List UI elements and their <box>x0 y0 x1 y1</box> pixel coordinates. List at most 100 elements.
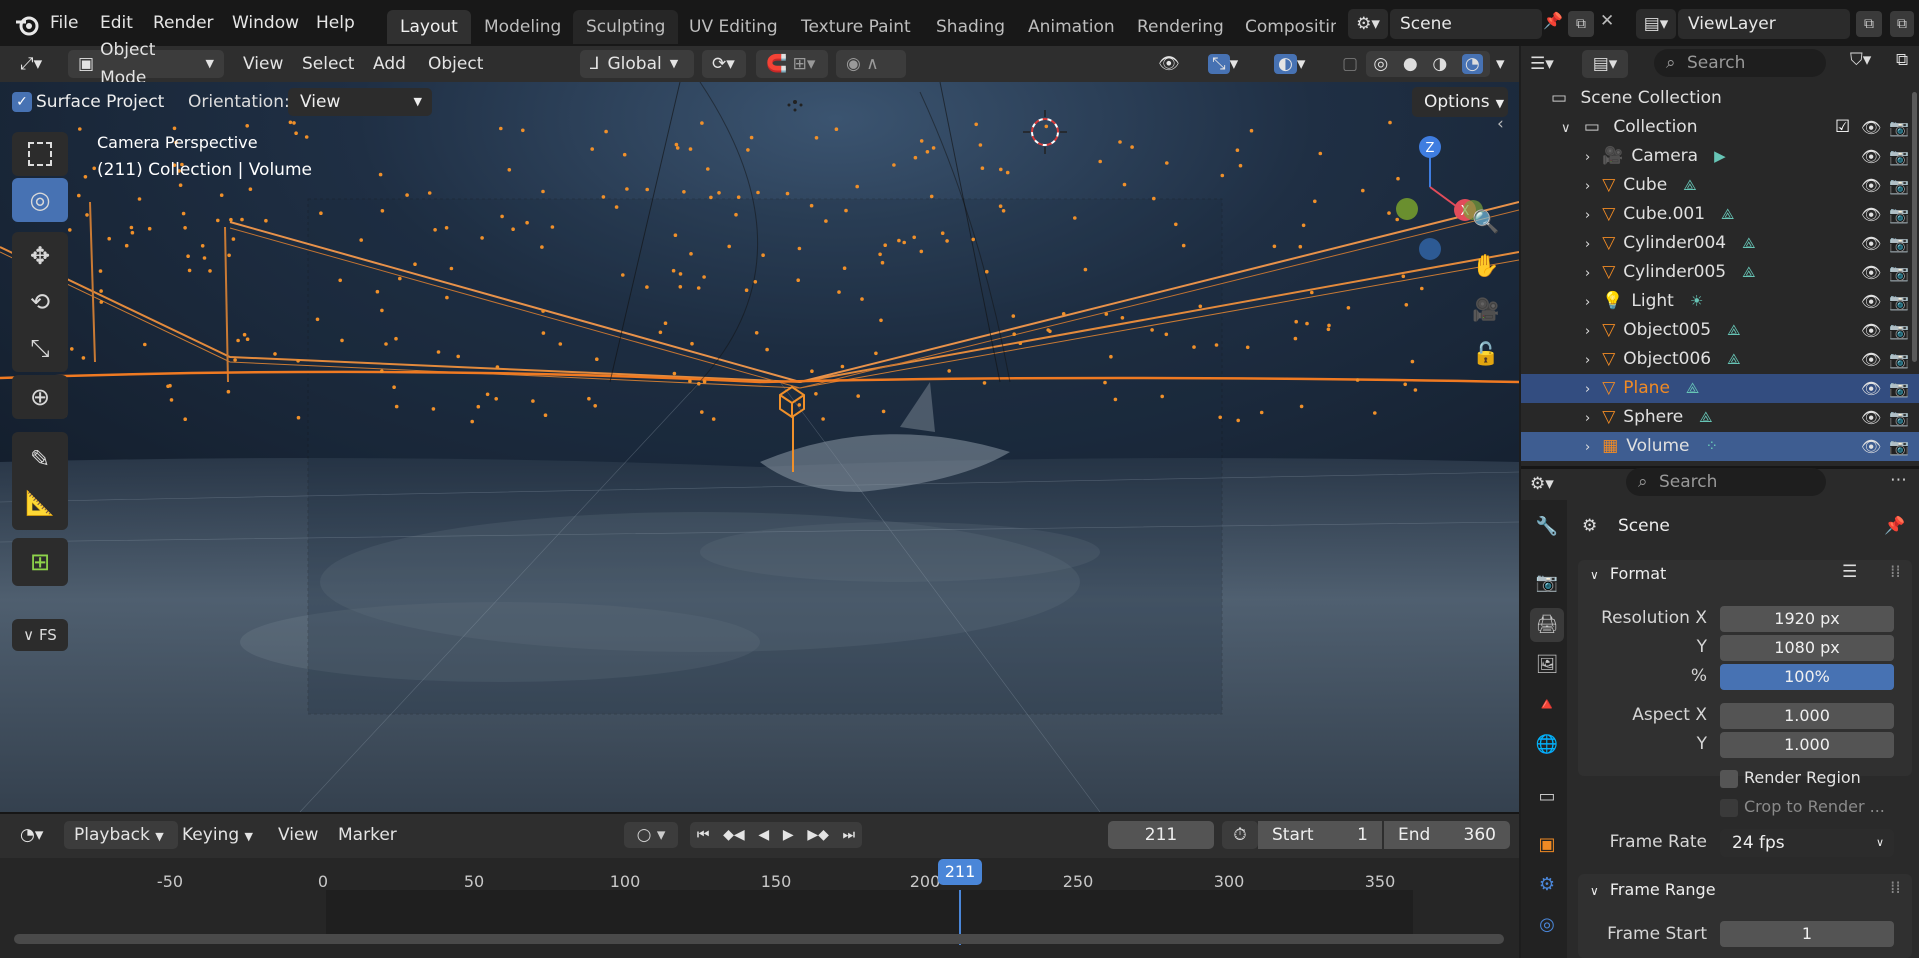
outliner-item-cube[interactable]: › ▽ Cube ⟁ 👁 📷 <box>1521 171 1919 200</box>
outliner-collection[interactable]: ∨ ▭ Collection ☑ 👁 📷 <box>1521 113 1919 142</box>
eye-icon[interactable]: 👁 <box>1861 258 1881 287</box>
view-layer-tab-icon[interactable]: 🖼 <box>1530 648 1564 682</box>
measure-icon[interactable]: 📐 <box>25 489 55 517</box>
tab-modeling[interactable]: Modeling <box>471 10 574 44</box>
chevron-right-icon[interactable]: › <box>1585 208 1590 223</box>
timeline-editor-type-icon[interactable]: ◔▾ <box>10 821 58 849</box>
timeline-scrollbar[interactable] <box>14 934 1504 944</box>
menu-select[interactable]: Select <box>292 50 364 78</box>
resolution-x-field[interactable]: 1920 px <box>1720 606 1894 632</box>
outliner-scene-collection[interactable]: ▭ Scene Collection <box>1521 84 1919 113</box>
keying-dropdown[interactable]: Keying ▼ <box>172 821 264 849</box>
filter-icon[interactable]: ⛉▾ <box>1850 50 1871 70</box>
stopwatch-icon[interactable]: ⏱ <box>1222 821 1258 849</box>
snap-icon[interactable]: 🧲 ⊞▾ <box>756 50 828 78</box>
tab-rendering[interactable]: Rendering <box>1124 10 1237 44</box>
menu-help[interactable]: Help <box>316 8 355 38</box>
tab-layout[interactable]: Layout <box>387 10 471 44</box>
rendered-shading-icon[interactable]: ◔ <box>1461 54 1483 74</box>
outliner-item-camera[interactable]: › 🎥 Camera ▶ 👁 📷 <box>1521 142 1919 171</box>
tab-sculpting[interactable]: Sculpting <box>573 10 679 44</box>
outliner-item-plane[interactable]: › ▽ Plane ⟁ 👁 📷 <box>1521 374 1919 403</box>
chevron-right-icon[interactable]: › <box>1585 266 1590 281</box>
end-frame-field[interactable]: End 360 <box>1384 821 1510 849</box>
presets-list-icon[interactable]: ☰ <box>1842 562 1857 582</box>
tab-texture-paint[interactable]: Texture Paint <box>788 10 924 44</box>
timeline-view-menu[interactable]: View <box>268 821 328 849</box>
outliner-item-object005[interactable]: › ▽ Object005 ⟁ 👁 📷 <box>1521 316 1919 345</box>
last-operator-panel[interactable]: ∨ FS <box>12 619 68 651</box>
start-frame-field[interactable]: Start 1 <box>1258 821 1382 849</box>
shading-options-icon[interactable]: ▾ <box>1490 50 1518 78</box>
outliner-item-cylinder004[interactable]: › ▽ Cylinder004 ⟁ 👁 📷 <box>1521 229 1919 258</box>
auto-keying-icon[interactable]: ○ ▾ <box>624 822 678 848</box>
outliner-item-volume[interactable]: › ▦ Volume ⁘ 👁 📷 <box>1521 432 1919 461</box>
camera-render-icon[interactable]: 📷 <box>1889 258 1909 287</box>
solid-shading-icon[interactable]: ● <box>1403 54 1418 74</box>
eye-icon[interactable]: 👁 <box>1861 171 1881 200</box>
scale-icon[interactable]: ⤡ <box>30 334 49 362</box>
camera-render-icon[interactable]: 📷 <box>1889 287 1909 316</box>
chevron-right-icon[interactable]: › <box>1585 150 1590 165</box>
play-reverse-icon[interactable]: ◀ <box>758 827 769 843</box>
cursor-tool[interactable]: ◎ <box>12 178 68 222</box>
wireframe-shading-icon[interactable]: ◎ <box>1373 54 1388 74</box>
view-layer-icon[interactable]: ▤▾ <box>1636 9 1676 39</box>
frame-range-panel-header[interactable]: ∨ Frame Range <box>1590 880 1716 899</box>
chevron-right-icon[interactable]: › <box>1585 440 1590 455</box>
playhead-handle[interactable]: 211 <box>938 859 982 885</box>
proportional-editing-icon[interactable]: ◉ ∧ <box>836 50 906 78</box>
blender-logo-icon[interactable] <box>14 12 40 38</box>
aspect-x-field[interactable]: 1.000 <box>1720 703 1894 729</box>
view-layer-field[interactable]: ViewLayer <box>1678 9 1850 39</box>
material-shading-icon[interactable]: ◑ <box>1432 54 1447 74</box>
exclude-checkbox[interactable]: ☑ <box>1835 113 1850 142</box>
current-frame-field[interactable]: 211 <box>1108 821 1214 849</box>
world-tab-icon[interactable]: 🌐 <box>1530 728 1564 762</box>
chevron-down-icon[interactable]: ∨ <box>1561 121 1571 136</box>
menu-file[interactable]: File <box>50 8 78 38</box>
aspect-y-field[interactable]: 1.000 <box>1720 732 1894 758</box>
scene-selector-icon[interactable]: ⚙▾ <box>1348 9 1388 39</box>
options-dropdown[interactable]: Options ▼ <box>1412 87 1508 117</box>
crop-checkbox[interactable] <box>1720 799 1738 817</box>
menu-view[interactable]: View <box>233 50 293 78</box>
3d-viewport[interactable]: Camera Perspective (211) Collection | Vo… <box>0 82 1519 812</box>
format-panel-header[interactable]: ∨ Format <box>1590 564 1666 583</box>
camera-render-icon[interactable]: 📷 <box>1889 229 1909 258</box>
play-icon[interactable]: ▶ <box>783 827 794 843</box>
camera-render-icon[interactable]: 📷 <box>1889 200 1909 229</box>
pivot-point-icon[interactable]: ⟳▾ <box>702 50 746 78</box>
chevron-right-icon[interactable]: › <box>1585 382 1590 397</box>
pin-icon[interactable]: 📌 <box>1543 11 1563 30</box>
camera-render-icon[interactable]: 📷 <box>1889 374 1909 403</box>
mesh-data-icon[interactable]: ⟁ <box>1683 176 1696 194</box>
camera-data-icon[interactable]: ▶ <box>1714 147 1726 165</box>
render-region-checkbox[interactable] <box>1720 770 1738 788</box>
object-tab-icon[interactable]: ▣ <box>1530 828 1564 862</box>
jump-end-icon[interactable]: ⏭ <box>843 827 856 843</box>
render-tab-icon[interactable]: 📷 <box>1530 566 1564 600</box>
eye-icon[interactable]: 👁 <box>1861 113 1881 142</box>
scene-tab-icon[interactable]: 🔺 <box>1530 688 1564 722</box>
light-data-icon[interactable]: ☀ <box>1690 292 1703 310</box>
display-mode-icon[interactable]: ▤▾ <box>1582 50 1628 78</box>
eye-icon[interactable]: 👁 <box>1861 316 1881 345</box>
eye-icon[interactable]: 👁 <box>1861 287 1881 316</box>
prev-keyframe-icon[interactable]: ◆◀ <box>723 827 745 843</box>
panel-drag-icon[interactable]: ⁞⁞ <box>1890 878 1901 898</box>
camera-render-icon[interactable]: 📷 <box>1889 316 1909 345</box>
pin-icon[interactable]: 📌 <box>1884 516 1905 536</box>
camera-render-icon[interactable]: 📷 <box>1889 432 1909 461</box>
outliner-item-sphere[interactable]: › ▽ Sphere ⟁ 👁 📷 <box>1521 403 1919 432</box>
resolution-y-field[interactable]: 1080 px <box>1720 635 1894 661</box>
remove-view-layer-icon[interactable]: ⧉ <box>1890 11 1914 37</box>
camera-render-icon[interactable]: 📷 <box>1889 113 1909 142</box>
frame-rate-dropdown[interactable]: 24 fps ∨ <box>1720 829 1894 857</box>
outliner-scrollbar[interactable] <box>1912 92 1917 362</box>
outliner-item-cube-001[interactable]: › ▽ Cube.001 ⟁ 👁 📷 <box>1521 200 1919 229</box>
chevron-right-icon[interactable]: › <box>1585 324 1590 339</box>
camera-view-icon[interactable]: 🎥 <box>1469 294 1503 328</box>
timeline-marker-menu[interactable]: Marker <box>328 821 407 849</box>
mesh-data-icon[interactable]: ⟁ <box>1721 205 1734 223</box>
